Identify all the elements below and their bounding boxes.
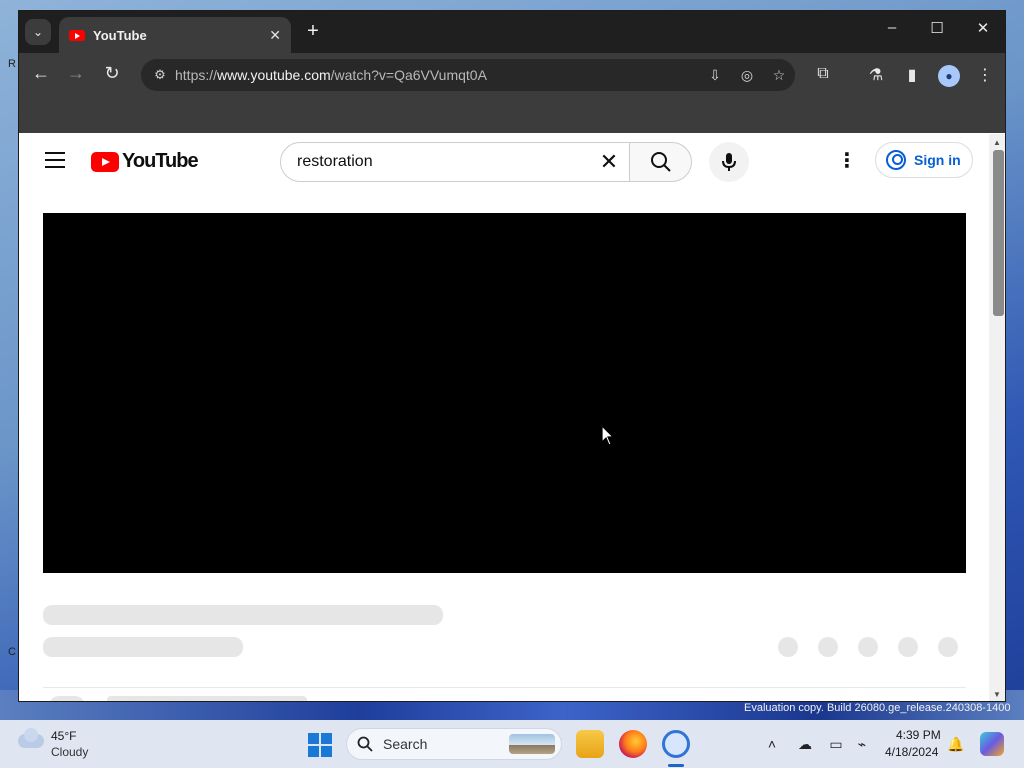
side-panel-icon[interactable]: ▮ [899,65,925,85]
back-arrow-icon[interactable]: ← [28,63,54,84]
copilot-icon[interactable] [980,732,1004,756]
desktop-icon-label: R [8,58,16,70]
voice-search-button[interactable] [709,142,749,182]
youtube-logo[interactable]: YouTube [91,150,199,173]
search-highlight-image [509,734,555,754]
youtube-favicon-icon [69,29,85,41]
title-placeholder [43,605,443,625]
youtube-page: YouTube restoration ✕ ⋮ Sign in [19,134,989,701]
channel-placeholder [43,637,243,657]
youtube-play-icon [91,151,119,172]
search-button[interactable] [629,142,692,182]
page-scrollbar[interactable]: ▲ ▼ [989,134,1005,701]
new-tab-button[interactable]: + [301,20,325,43]
clock-date[interactable]: 4/18/2024 [885,745,938,759]
tab-title: YouTube [93,27,147,43]
start-button[interactable] [308,733,332,757]
weather-temperature[interactable]: 45°F [51,729,76,743]
browser-toolbar: ← → ↻ ⚙ https://www.youtube.com/watch?v=… [19,53,1005,176]
avatar-placeholder [49,696,85,701]
desktop-icon-label: C [8,646,16,658]
scroll-down-arrow-icon[interactable]: ▼ [993,690,1001,699]
scroll-up-arrow-icon[interactable]: ▲ [993,138,1001,147]
settings-more-icon[interactable]: ⋮ [837,148,857,173]
notification-bell-icon[interactable]: 🔔 [946,736,966,753]
tab-bar: ⌄ YouTube ✕ + – ☐ ✕ [19,11,1005,53]
bookmark-star-icon[interactable]: ☆ [763,67,795,84]
clock-time[interactable]: 4:39 PM [896,728,941,742]
search-input[interactable]: restoration ✕ [280,142,630,182]
taskbar-search-label: Search [383,736,428,752]
microphone-icon [722,153,736,171]
action-placeholder [858,637,878,657]
comment-placeholder [107,696,307,701]
scrollbar-thumb[interactable] [993,150,1004,316]
weather-condition[interactable]: Cloudy [51,745,88,759]
video-player[interactable] [43,213,966,573]
labs-flask-icon[interactable]: ⚗ [863,65,889,85]
reload-icon[interactable]: ↻ [99,63,125,84]
site-info-icon[interactable]: ⚙ [145,67,175,83]
forward-arrow-icon[interactable]: → [63,63,89,84]
action-placeholder [778,637,798,657]
minimize-button[interactable]: – [877,19,907,36]
cloud-icon[interactable] [18,728,44,748]
maximize-button[interactable]: ☐ [922,19,952,37]
divider [43,687,966,688]
action-placeholder [898,637,918,657]
address-bar[interactable]: ⚙ https://www.youtube.com/watch?v=Qa6VVu… [141,59,795,91]
file-explorer-icon[interactable] [576,730,604,758]
tab-youtube[interactable]: YouTube ✕ [59,17,291,53]
active-app-indicator [668,764,684,767]
taskbar-search[interactable]: Search [346,728,562,760]
evaluation-watermark: Evaluation copy. Build 26080.ge_release.… [744,702,1011,714]
firefox-icon[interactable] [619,730,647,758]
more-menu-icon[interactable]: ⋮ [972,65,998,85]
search-icon [650,152,671,172]
chrome-icon[interactable] [662,730,690,758]
close-window-button[interactable]: ✕ [968,19,998,37]
close-tab-icon[interactable]: ✕ [269,27,281,44]
logo-text: YouTube [122,150,199,172]
browser-window: ⌄ YouTube ✕ + – ☐ ✕ ← → ↻ ⚙ https://www.… [18,10,1006,702]
show-hidden-icons-icon[interactable]: ˄ [762,736,782,752]
display-icon[interactable]: ▭ [826,736,846,753]
sign-in-button[interactable]: Sign in [875,142,973,178]
menu-icon[interactable] [45,152,65,173]
extensions-icon[interactable]: ⧉ [810,65,836,83]
sign-in-label: Sign in [914,152,961,168]
profile-avatar-icon[interactable]: ● [938,65,960,87]
mouse-cursor-icon [601,425,615,446]
url-text[interactable]: https://www.youtube.com/watch?v=Qa6VVumq… [175,67,699,83]
onedrive-offline-icon[interactable]: ☁ [795,736,815,753]
taskbar: 45°F Cloudy Search ˄ ☁ ▭ ⌁ 4:39 PM 4/18/… [0,720,1024,768]
eye-off-icon[interactable]: ◎ [731,67,763,84]
action-placeholder [938,637,958,657]
search-query[interactable]: restoration [297,153,589,171]
network-icon[interactable]: ⌁ [852,736,872,753]
chevron-down-icon: ⌄ [32,25,44,39]
search-icon [357,736,373,752]
tab-search-button[interactable]: ⌄ [25,19,51,45]
clear-search-icon[interactable]: ✕ [589,149,629,175]
account-icon [886,150,906,170]
action-placeholder [818,637,838,657]
install-app-icon[interactable]: ⇩ [699,67,731,84]
